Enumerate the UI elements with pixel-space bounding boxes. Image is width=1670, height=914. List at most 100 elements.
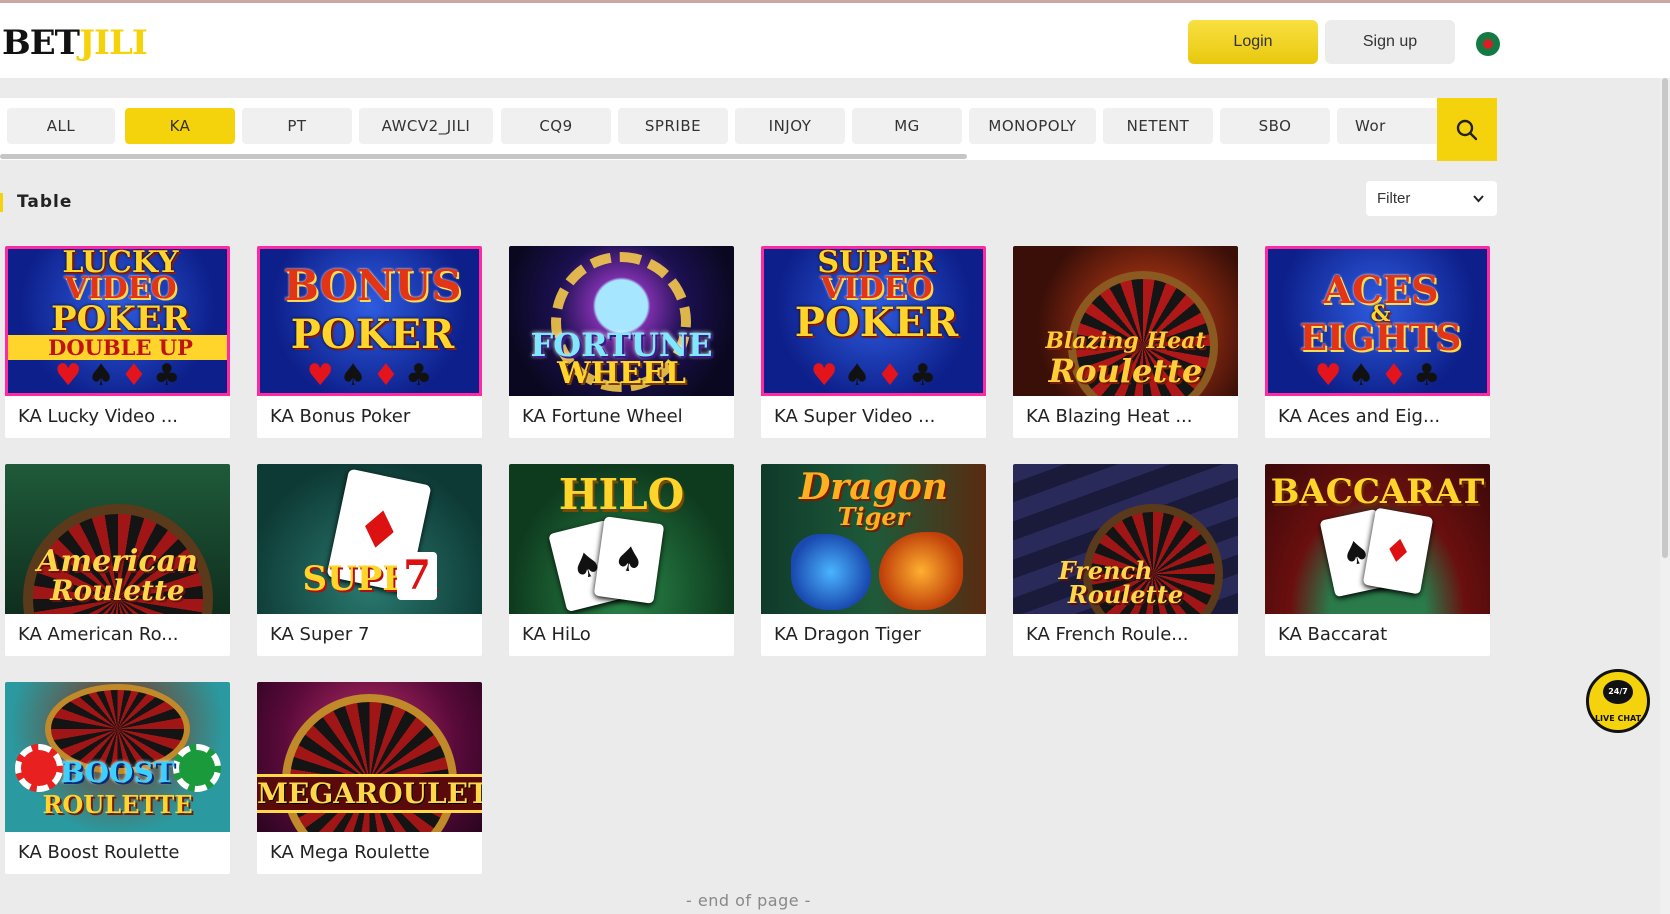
game-thumbnail: ACES & EIGHTS ♥♠♦♣ <box>1265 246 1490 396</box>
game-card[interactable]: ACES & EIGHTS ♥♠♦♣ KA Aces and Eig... <box>1265 246 1490 438</box>
tabs-scrollbar[interactable] <box>0 154 967 159</box>
game-thumbnail: LUCKY VIDEO POKER DOUBLE UP ♥♠♦♣ <box>5 246 230 396</box>
card-suits-icon: ♥♠♦♣ <box>54 358 187 393</box>
tab-spribe[interactable]: SPRIBE <box>618 108 728 144</box>
game-thumbnail: French Roulette <box>1013 464 1238 614</box>
art-text: MEGAROULETTE <box>257 774 482 813</box>
game-thumbnail: ♦ SUPER 7 <box>257 464 482 614</box>
art-text: Blazing Heat <box>1045 328 1206 354</box>
section-accent-bar <box>0 193 3 212</box>
logo-part-jili: JILI <box>78 23 148 63</box>
art-text: POKER <box>51 299 190 339</box>
game-thumbnail: MEGAROULETTE <box>257 682 482 832</box>
art-text: POKER <box>290 311 455 358</box>
live-chat-button[interactable]: 24/7 LIVE CHAT <box>1586 669 1650 733</box>
tab-cq9[interactable]: CQ9 <box>501 108 611 144</box>
end-of-page-text: - end of page - <box>686 891 811 910</box>
art-text: HILO <box>558 470 685 519</box>
game-name: KA French Roule... <box>1026 624 1189 645</box>
game-name: KA American Ro... <box>18 624 179 645</box>
art-text: Tiger <box>837 502 910 531</box>
art-text: BACCARAT <box>1270 472 1485 512</box>
game-card[interactable]: ♦ SUPER 7 KA Super 7 <box>257 464 482 656</box>
chevron-down-icon <box>1473 195 1484 203</box>
game-thumbnail: HILO ♠ ♠ <box>509 464 734 614</box>
art-text: 7 <box>397 552 437 600</box>
game-name: KA HiLo <box>522 624 591 645</box>
game-card[interactable]: SUPER VIDEO POKER ♥♠♦♣ KA Super Video ..… <box>761 246 986 438</box>
art-text: BONUS <box>283 261 462 310</box>
art-text: SUPER <box>302 559 437 599</box>
art-text: Roulette <box>1048 352 1203 390</box>
card-suits-icon: ♥♠♦♣ <box>306 358 439 393</box>
game-name: KA Fortune Wheel <box>522 406 683 427</box>
game-card[interactable]: FORTUNE WHEEL KA Fortune Wheel <box>509 246 734 438</box>
art-text: WHEEL <box>557 356 686 391</box>
chat-bubble-icon: 24/7 <box>1603 680 1633 704</box>
tab-awcv2-jili[interactable]: AWCV2_JILI <box>359 108 493 144</box>
tab-monopoly[interactable]: MONOPOLY <box>969 108 1096 144</box>
tab-world[interactable]: Wor <box>1337 108 1447 144</box>
game-name: KA Super 7 <box>270 624 370 645</box>
page-scrollbar-thumb[interactable] <box>1662 78 1668 558</box>
game-name: KA Super Video ... <box>774 406 936 427</box>
game-card[interactable]: BACCARAT ♠ ♦ KA Baccarat <box>1265 464 1490 656</box>
section-title: Table <box>17 192 73 212</box>
live-chat-label: LIVE CHAT <box>1594 714 1642 723</box>
game-thumbnail: BONUS POKER ♥♠♦♣ <box>257 246 482 396</box>
game-thumbnail: Blazing Heat Roulette <box>1013 246 1238 396</box>
tiger-icon <box>879 532 963 610</box>
game-card[interactable]: LUCKY VIDEO POKER DOUBLE UP ♥♠♦♣ KA Luck… <box>5 246 230 438</box>
search-icon <box>1456 119 1478 141</box>
login-button[interactable]: Login <box>1188 20 1318 64</box>
game-name: KA Boost Roulette <box>18 842 180 863</box>
art-text: POKER <box>794 299 959 346</box>
language-flag-icon[interactable] <box>1476 32 1500 56</box>
game-thumbnail: Dragon Tiger <box>761 464 986 614</box>
provider-tabs: ALL KA PT AWCV2_JILI CQ9 SPRIBE INJOY MG… <box>0 98 1497 160</box>
playing-card-icon: ♦ <box>1362 507 1434 595</box>
tab-sbo[interactable]: SBO <box>1220 108 1330 144</box>
art-text: DOUBLE UP <box>8 335 227 360</box>
art-text: Roulette <box>1067 580 1184 609</box>
logo-part-bet: BET <box>2 23 80 63</box>
tab-netent[interactable]: NETENT <box>1103 108 1213 144</box>
card-suits-icon: ♥♠♦♣ <box>1314 358 1447 393</box>
filter-label: Filter <box>1377 190 1411 207</box>
game-thumbnail: FORTUNE WHEEL <box>509 246 734 396</box>
tab-injoy[interactable]: INJOY <box>735 108 845 144</box>
art-text: EIGHTS <box>1299 317 1462 359</box>
game-card[interactable]: BOOST ROULETTE KA Boost Roulette <box>5 682 230 874</box>
game-name: KA Baccarat <box>1278 624 1388 645</box>
tab-pt[interactable]: PT <box>242 108 352 144</box>
game-name: KA Lucky Video ... <box>18 406 179 427</box>
game-thumbnail: SUPER VIDEO POKER ♥♠♦♣ <box>761 246 986 396</box>
game-name: KA Mega Roulette <box>270 842 430 863</box>
search-button[interactable] <box>1437 98 1497 161</box>
tab-ka[interactable]: KA <box>125 108 235 144</box>
site-logo[interactable]: BETJILI <box>2 23 148 63</box>
header: BETJILI Login Sign up <box>0 3 1670 78</box>
game-name: KA Dragon Tiger <box>774 624 921 645</box>
game-card[interactable]: HILO ♠ ♠ KA HiLo <box>509 464 734 656</box>
tab-all[interactable]: ALL <box>7 108 115 144</box>
game-thumbnail: BOOST ROULETTE <box>5 682 230 832</box>
art-text: Roulette <box>50 574 185 607</box>
game-card[interactable]: French Roulette KA French Roule... <box>1013 464 1238 656</box>
game-name: KA Blazing Heat ... <box>1026 406 1193 427</box>
dragon-icon <box>791 534 871 610</box>
page-scrollbar[interactable] <box>1660 78 1670 914</box>
game-thumbnail: American Roulette <box>5 464 230 614</box>
art-text: ROULETTE <box>42 790 193 819</box>
filter-dropdown[interactable]: Filter <box>1366 181 1497 216</box>
signup-button[interactable]: Sign up <box>1325 20 1455 64</box>
game-card[interactable]: Dragon Tiger KA Dragon Tiger <box>761 464 986 656</box>
game-card[interactable]: BONUS POKER ♥♠♦♣ KA Bonus Poker <box>257 246 482 438</box>
tab-mg[interactable]: MG <box>852 108 962 144</box>
card-suits-icon: ♥♠♦♣ <box>810 358 943 393</box>
game-name: KA Bonus Poker <box>270 406 411 427</box>
game-name: KA Aces and Eig... <box>1278 406 1441 427</box>
game-card[interactable]: American Roulette KA American Ro... <box>5 464 230 656</box>
game-card[interactable]: Blazing Heat Roulette KA Blazing Heat ..… <box>1013 246 1238 438</box>
game-card[interactable]: MEGAROULETTE KA Mega Roulette <box>257 682 482 874</box>
